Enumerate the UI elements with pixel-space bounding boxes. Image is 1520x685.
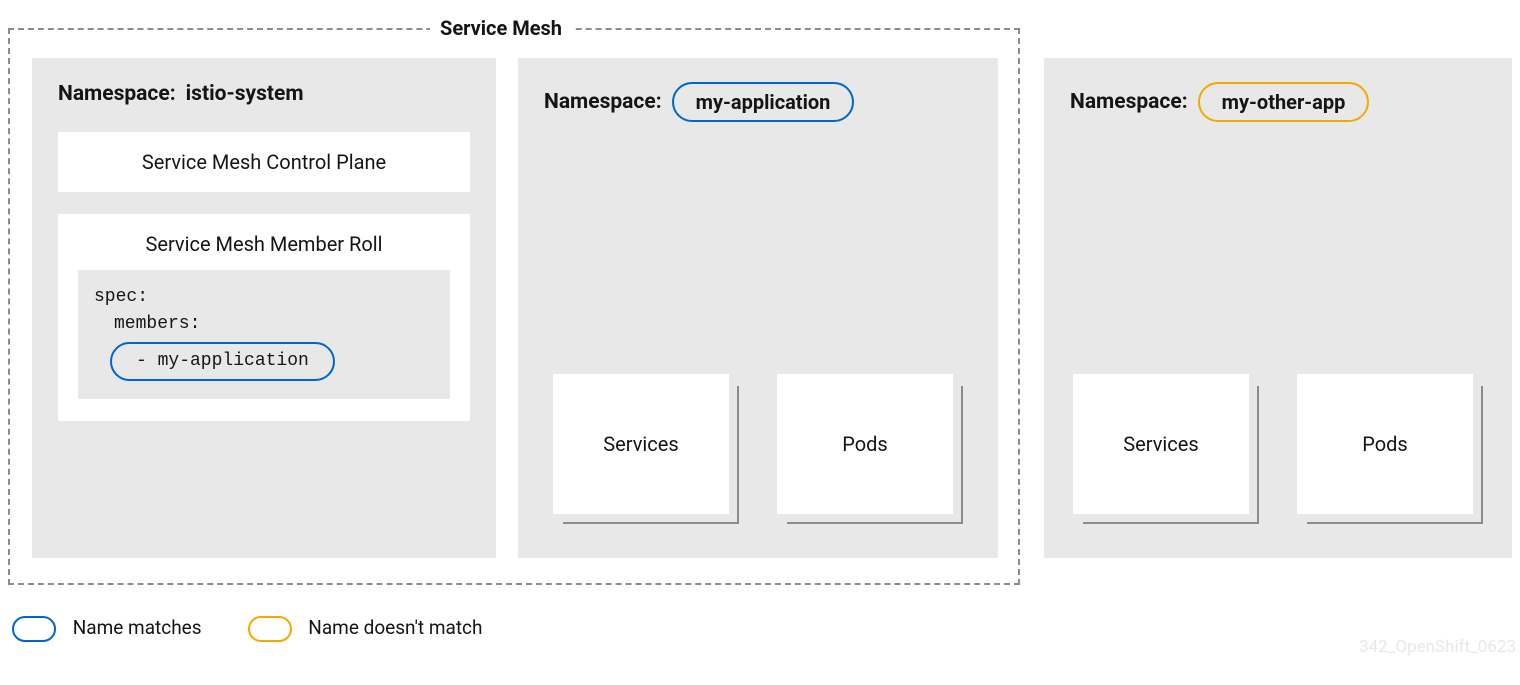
pods-label: Pods bbox=[777, 374, 953, 514]
namespace-my-application: Namespace: my-application Services Pods bbox=[518, 58, 998, 558]
legend-item-nomatch: Name doesn't match bbox=[248, 616, 483, 642]
member-roll-title: Service Mesh Member Roll bbox=[78, 232, 450, 256]
namespace-name-match-pill: my-application bbox=[672, 82, 855, 122]
workload-row: Services Pods bbox=[544, 374, 972, 524]
namespace-istio-system: Namespace: istio-system Service Mesh Con… bbox=[32, 58, 496, 558]
legend-item-match: Name matches bbox=[12, 616, 202, 642]
namespace-prefix: Namespace: bbox=[544, 90, 662, 114]
service-mesh-title: Service Mesh bbox=[430, 16, 572, 40]
services-label: Services bbox=[553, 374, 729, 514]
spec-member-match-pill: - my-application bbox=[110, 342, 335, 381]
legend-label: Name matches bbox=[73, 616, 202, 639]
legend: Name matches Name doesn't match bbox=[12, 616, 482, 642]
member-roll-card: Service Mesh Member Roll spec: members: … bbox=[58, 214, 470, 421]
namespace-header: Namespace: my-other-app bbox=[1070, 82, 1486, 122]
legend-label: Name doesn't match bbox=[308, 616, 482, 639]
workload-row: Services Pods bbox=[1070, 374, 1486, 524]
services-stack: Services bbox=[553, 374, 739, 524]
pods-stack: Pods bbox=[1297, 374, 1483, 524]
member-roll-spec: spec: members: - my-application bbox=[78, 270, 450, 399]
namespace-my-other-app: Namespace: my-other-app Services Pods bbox=[1044, 58, 1512, 558]
namespace-header: Namespace: my-application bbox=[544, 82, 972, 122]
namespace-prefix: Namespace: bbox=[58, 82, 176, 106]
legend-swatch-orange bbox=[248, 616, 292, 642]
namespace-header: Namespace: istio-system bbox=[58, 82, 470, 106]
pods-label: Pods bbox=[1297, 374, 1473, 514]
spec-line: members: bbox=[94, 311, 434, 338]
namespace-name-nomatch-pill: my-other-app bbox=[1198, 82, 1370, 122]
services-stack: Services bbox=[1073, 374, 1259, 524]
watermark: 342_OpenShift_0623 bbox=[1359, 637, 1516, 657]
legend-swatch-blue bbox=[12, 616, 56, 642]
namespace-name: istio-system bbox=[186, 82, 304, 106]
services-label: Services bbox=[1073, 374, 1249, 514]
spec-line: spec: bbox=[94, 284, 434, 311]
pods-stack: Pods bbox=[777, 374, 963, 524]
control-plane-card: Service Mesh Control Plane bbox=[58, 132, 470, 192]
namespace-prefix: Namespace: bbox=[1070, 90, 1188, 114]
